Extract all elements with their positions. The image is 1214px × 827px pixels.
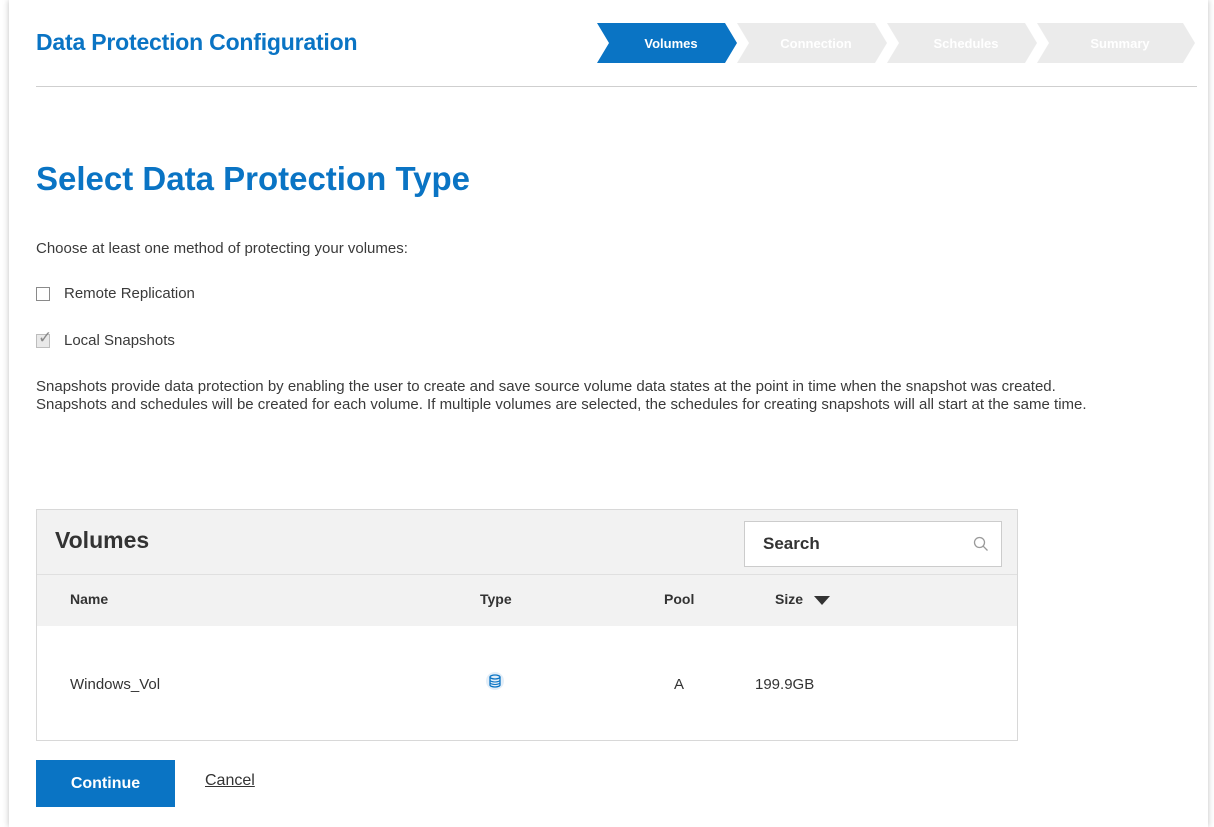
app-title: Data Protection Configuration: [36, 29, 358, 55]
page-title: Select Data Protection Type: [36, 160, 471, 197]
volumes-panel: Volumes Name Type Pool Size Windows_Vol: [36, 509, 1018, 741]
step-summary[interactable]: Summary: [1037, 23, 1195, 63]
remote-replication-checkbox[interactable]: [36, 286, 50, 301]
search-input[interactable]: [745, 522, 965, 566]
volumes-panel-header: Volumes: [37, 510, 1017, 574]
column-name-header[interactable]: Name: [70, 591, 108, 607]
description-line-1: Snapshots provide data protection by ena…: [36, 378, 1056, 395]
remote-replication-label: Remote Replication: [64, 285, 195, 302]
search-box: [744, 521, 1002, 567]
wizard-steps: Volumes Connection Schedules Summary: [597, 23, 1195, 63]
volume-pool: A: [674, 676, 685, 693]
volume-name: Windows_Vol: [70, 676, 161, 693]
local-snapshots-checkbox[interactable]: ✓: [36, 329, 52, 348]
checkmark-icon: ✓: [38, 327, 53, 347]
volumes-title: Volumes: [55, 527, 150, 553]
snapshot-description: Snapshots provide data protection by ena…: [36, 378, 1196, 414]
search-icon[interactable]: [973, 536, 989, 552]
step-connection[interactable]: Connection: [737, 23, 887, 63]
table-header: Name Type Pool Size: [37, 574, 1017, 626]
protection-prompt: Choose at least one method of protecting…: [36, 240, 408, 257]
description-line-2: Snapshots and schedules will be created …: [36, 396, 1087, 413]
sort-descending-icon: [813, 595, 830, 605]
continue-button[interactable]: Continue: [36, 760, 175, 807]
column-type-header[interactable]: Type: [480, 591, 512, 607]
cancel-link[interactable]: Cancel: [205, 772, 255, 790]
local-snapshots-option[interactable]: ✓ Local Snapshots: [36, 329, 175, 349]
column-pool-header[interactable]: Pool: [664, 591, 694, 607]
column-size-label: Size: [775, 591, 804, 607]
remote-replication-option[interactable]: Remote Replication: [36, 285, 195, 302]
local-snapshots-label: Local Snapshots: [64, 332, 175, 349]
step-schedules[interactable]: Schedules: [887, 23, 1037, 63]
column-size-header[interactable]: Size: [775, 591, 830, 607]
database-icon: [486, 672, 504, 690]
step-volumes[interactable]: Volumes: [597, 23, 737, 63]
volume-size: 199.9GB: [755, 676, 815, 693]
header-divider: [36, 86, 1197, 87]
table-row[interactable]: Windows_Vol A 199.9GB: [37, 626, 1017, 738]
